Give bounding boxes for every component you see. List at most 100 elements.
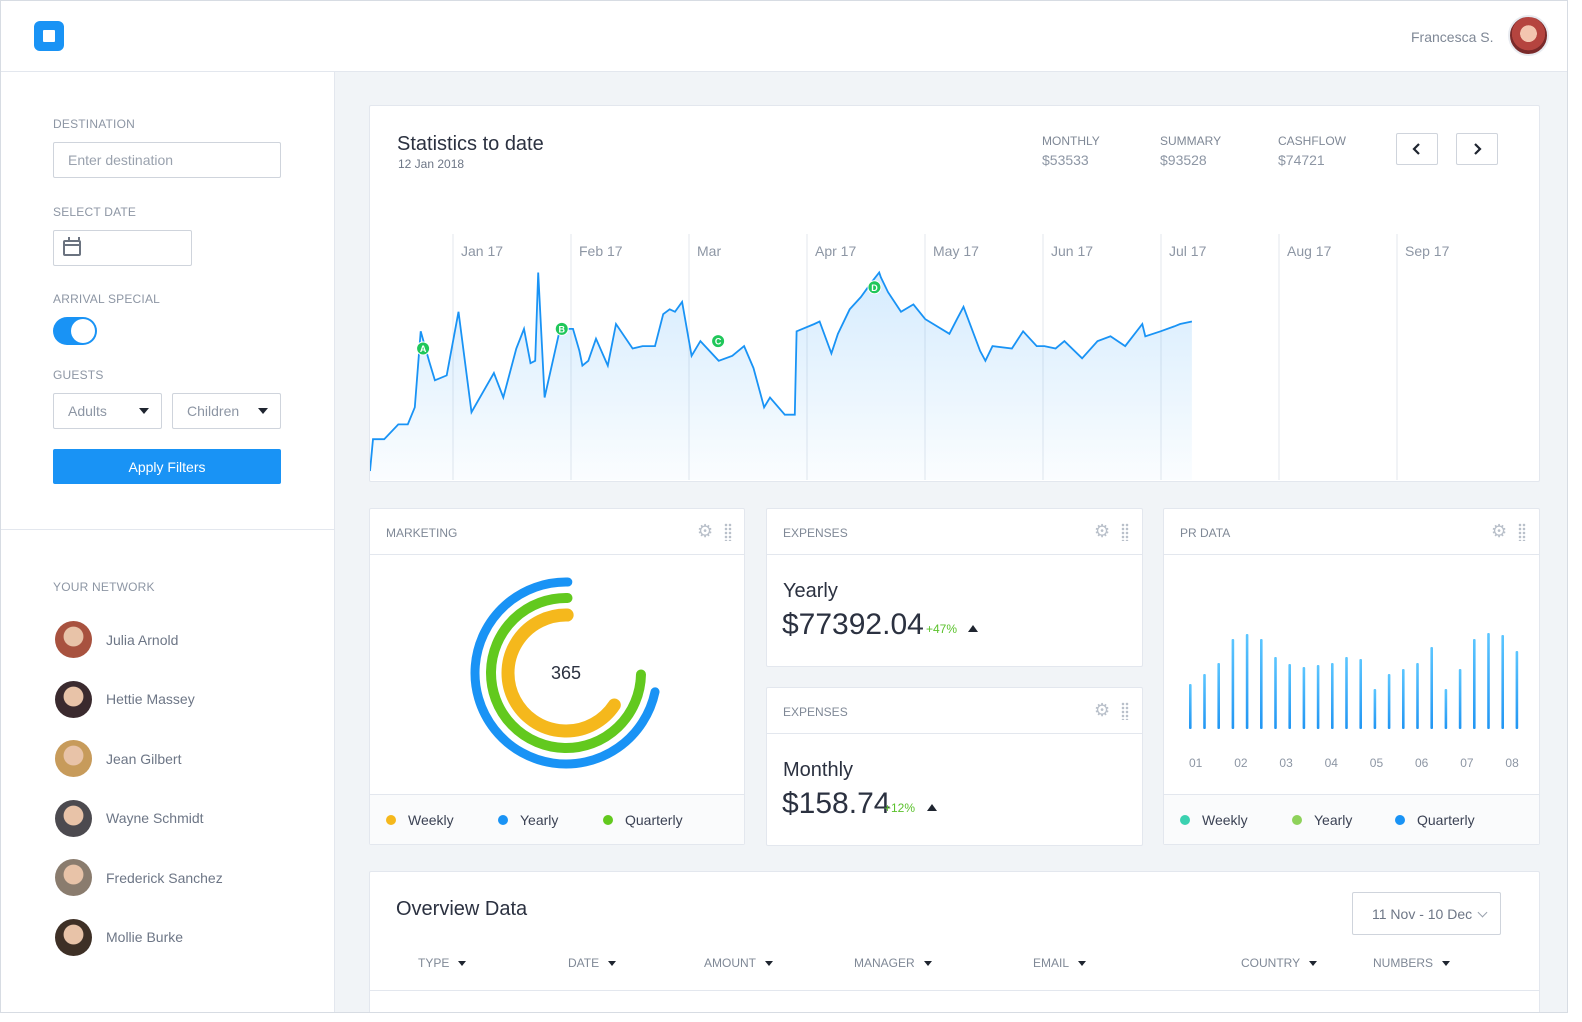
bar	[1217, 663, 1220, 729]
network-contact[interactable]: Jean Gilbert	[55, 740, 181, 777]
bar	[1387, 674, 1391, 729]
x-tick-label: 05	[1370, 756, 1384, 770]
bar	[1444, 689, 1448, 729]
column-label: AMOUNT	[704, 956, 756, 970]
legend-weekly[interactable]: Weekly	[386, 812, 454, 828]
legend-dot	[1180, 815, 1190, 825]
expenses-monthly-card: EXPENSES ⚙ Monthly $158.74 +12%	[766, 687, 1143, 846]
drag-handle-icon[interactable]	[1121, 702, 1129, 720]
x-tick-label: Jul 17	[1169, 243, 1207, 259]
avatar	[55, 740, 92, 777]
app-logo[interactable]	[34, 21, 64, 51]
date-picker[interactable]	[53, 230, 192, 266]
legend-yearly[interactable]: Yearly	[1292, 812, 1352, 828]
expenses-value: $77392.04	[782, 608, 924, 641]
drag-handle-icon[interactable]	[1518, 523, 1526, 541]
contact-name: Mollie Burke	[106, 929, 184, 945]
avatar	[55, 621, 92, 658]
x-tick-label: 02	[1234, 756, 1248, 770]
table-header-divider	[370, 990, 1539, 991]
next-period-button[interactable]	[1456, 133, 1498, 165]
network-contact[interactable]: Hettie Massey	[55, 680, 195, 718]
legend-label: Quarterly	[625, 812, 683, 828]
adults-select-value: Adults	[68, 403, 107, 419]
column-header-amount[interactable]: AMOUNT	[704, 956, 773, 970]
legend-dot	[1292, 815, 1302, 825]
destination-input[interactable]: Enter destination	[53, 142, 281, 178]
bar	[1430, 647, 1433, 729]
x-tick-label: 03	[1279, 756, 1293, 770]
legend-quarterly[interactable]: Quarterly	[1395, 812, 1475, 828]
overview-card: Overview Data 11 Nov - 10 Dec TYPE DATE …	[369, 871, 1540, 1012]
statistics-line-chart: Jan 17 Feb 17 Mar Apr 17 May 17 Jun 17 Jul 17 A…	[370, 234, 1450, 480]
gear-icon[interactable]: ⚙	[1491, 522, 1509, 540]
children-select[interactable]: Children	[172, 393, 281, 429]
drag-handle-icon[interactable]	[724, 523, 732, 541]
pr-data-title: PR DATA	[1180, 526, 1231, 540]
gear-icon[interactable]: ⚙	[1094, 522, 1112, 540]
destination-label: DESTINATION	[53, 117, 135, 131]
bar	[1189, 684, 1192, 729]
column-header-email[interactable]: EMAIL	[1033, 956, 1087, 970]
date-range-select[interactable]: 11 Nov - 10 Dec	[1352, 892, 1501, 935]
legend-weekly[interactable]: Weekly	[1180, 812, 1248, 828]
avatar	[55, 918, 92, 956]
prev-period-button[interactable]	[1396, 133, 1438, 165]
username[interactable]: Francesca S.	[1411, 29, 1493, 45]
gear-icon[interactable]: ⚙	[1094, 701, 1112, 719]
network-contact[interactable]: Frederick Sanchez	[55, 859, 223, 896]
user-avatar[interactable]	[1508, 15, 1549, 56]
cashflow-label: CASHFLOW	[1278, 134, 1347, 148]
legend-label: Yearly	[520, 812, 559, 828]
legend-dot	[1395, 815, 1405, 825]
x-tick-label: Apr 17	[815, 243, 856, 259]
calendar-icon	[63, 237, 81, 256]
sort-icon	[923, 960, 932, 966]
bar	[1359, 659, 1362, 729]
caret-down-icon	[258, 408, 268, 414]
radial-center-value: 365	[551, 663, 581, 683]
marketing-legend: Weekly Yearly Quarterly	[370, 794, 744, 844]
network-contact[interactable]: Wayne Schmidt	[55, 799, 204, 837]
expenses-change: +12%	[884, 801, 916, 815]
card-header: EXPENSES ⚙	[767, 509, 1142, 555]
arrival-special-label: ARRIVAL SPECIAL	[53, 292, 161, 306]
x-tick-label: 06	[1415, 756, 1429, 770]
bar	[1345, 657, 1348, 729]
bar	[1416, 663, 1419, 729]
column-header-numbers[interactable]: NUMBERS	[1373, 956, 1451, 970]
avatar	[55, 680, 92, 718]
column-header-manager[interactable]: MANAGER	[854, 956, 932, 970]
summary-value: $93528	[1160, 152, 1207, 168]
x-tick-label: 08	[1505, 756, 1519, 770]
legend-label: Weekly	[408, 812, 454, 828]
x-tick-label: Aug 17	[1287, 243, 1332, 259]
pr-bar-chart: 01 02 03 04 05 06 07 08	[1189, 633, 1519, 770]
column-header-country[interactable]: COUNTRY	[1241, 956, 1318, 970]
sort-icon	[765, 960, 773, 966]
column-header-date[interactable]: DATE	[568, 956, 617, 970]
network-contact[interactable]: Julia Arnold	[55, 621, 178, 658]
network-contact[interactable]: Mollie Burke	[55, 918, 184, 956]
legend-quarterly[interactable]: Quarterly	[603, 812, 683, 828]
date-range-value: 11 Nov - 10 Dec	[1372, 905, 1473, 922]
bar	[1331, 663, 1334, 729]
arrival-special-toggle[interactable]	[53, 317, 97, 345]
legend-label: Yearly	[1314, 812, 1353, 828]
contact-name: Frederick Sanchez	[106, 869, 223, 886]
apply-filters-button[interactable]: Apply Filters	[53, 449, 281, 484]
x-tick-label: Sep 17	[1405, 243, 1450, 259]
x-tick-label: May 17	[933, 243, 979, 259]
bar	[1501, 635, 1504, 729]
legend-yearly[interactable]: Yearly	[498, 812, 558, 828]
column-header-type[interactable]: TYPE	[418, 956, 467, 970]
drag-handle-icon[interactable]	[1121, 523, 1129, 541]
expenses-title: EXPENSES	[783, 705, 848, 719]
bar	[1515, 651, 1519, 729]
caret-down-icon	[139, 408, 149, 414]
trend-up-icon	[927, 804, 937, 811]
bar	[1458, 669, 1462, 729]
adults-select[interactable]: Adults	[53, 393, 162, 429]
column-label: MANAGER	[854, 956, 915, 970]
gear-icon[interactable]: ⚙	[697, 522, 715, 540]
